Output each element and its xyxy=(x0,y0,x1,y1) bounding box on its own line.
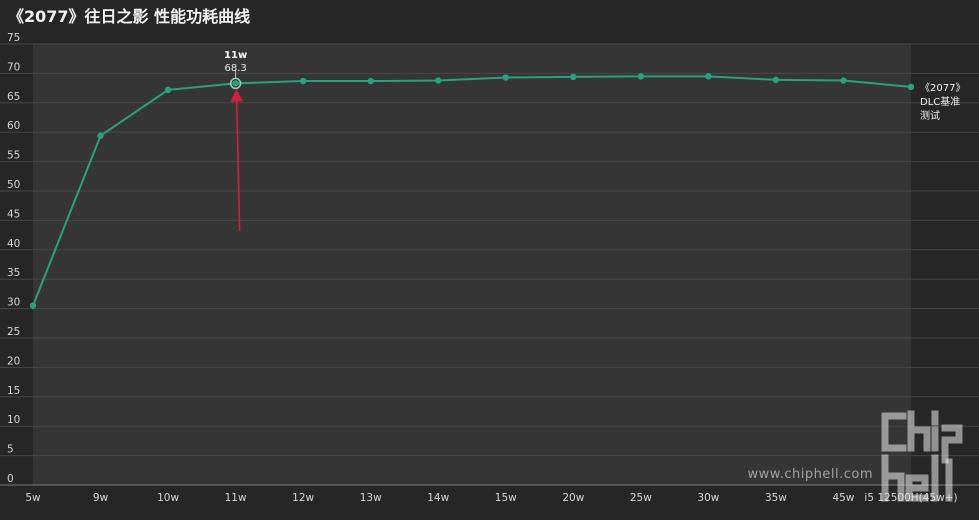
data-point[interactable] xyxy=(164,86,172,94)
y-tick-label: 30 xyxy=(7,297,20,309)
watermark: www.chiphell.com xyxy=(748,408,965,504)
y-tick-label: 55 xyxy=(7,150,20,162)
highlight-value: 68.3 xyxy=(224,63,246,74)
y-tick-label: 20 xyxy=(7,355,20,367)
data-point[interactable] xyxy=(435,77,442,84)
y-tick-label: 15 xyxy=(7,385,20,397)
y-tick-label: 35 xyxy=(7,267,20,279)
data-point[interactable] xyxy=(637,73,645,80)
x-tick-label: 15w xyxy=(495,492,517,504)
y-tick-label: 0 xyxy=(7,473,14,485)
y-tick-label: 75 xyxy=(7,32,20,44)
series-label-group: 《2077》 DLC基准测试 xyxy=(920,82,965,122)
x-tick-label: 11w xyxy=(225,492,247,504)
data-point[interactable] xyxy=(367,77,374,85)
x-tick-label: 14w xyxy=(427,492,449,504)
y-tick-label: 5 xyxy=(7,444,14,456)
y-tick-label: 40 xyxy=(7,238,20,250)
data-point[interactable] xyxy=(29,302,37,309)
y-axis-ticks: 0 5 10 15 20 25 30 35 40 45 50 55 60 65 70 75 xyxy=(7,32,20,485)
data-point[interactable] xyxy=(502,74,509,81)
watermark-url: www.chiphell.com xyxy=(747,467,873,482)
y-tick-label: 10 xyxy=(7,414,20,426)
data-point[interactable] xyxy=(772,76,780,84)
x-tick-label: 5w xyxy=(25,492,41,504)
x-tick-label: 25w xyxy=(630,492,652,504)
data-point[interactable] xyxy=(907,83,915,91)
series-end-label: 《2077》 DLC基准测试 xyxy=(920,82,965,122)
data-point[interactable] xyxy=(570,73,577,81)
data-point[interactable] xyxy=(840,77,847,84)
x-tick-label: 9w xyxy=(93,492,109,504)
y-tick-label: 65 xyxy=(7,91,20,103)
chiphell-logo-icon xyxy=(881,410,963,502)
x-tick-label: 12w xyxy=(292,492,314,504)
y-tick-label: 45 xyxy=(7,208,20,220)
chart-root: 《2077》往日之影 性能功耗曲线 0 5 10 15 20 25 30 35 40 45 50 55… xyxy=(0,0,979,520)
y-tick-label: 70 xyxy=(7,61,20,73)
y-tick-label: 60 xyxy=(7,120,20,132)
x-tick-label: 10w xyxy=(157,492,179,504)
data-point[interactable] xyxy=(705,73,712,80)
x-tick-label: 13w xyxy=(360,492,382,504)
y-tick-label: 25 xyxy=(7,326,20,338)
data-point[interactable] xyxy=(232,80,239,87)
x-tick-label: 30w xyxy=(697,492,719,504)
data-point[interactable] xyxy=(299,77,307,85)
data-point[interactable] xyxy=(97,132,104,139)
highlight-category: 11w xyxy=(224,50,247,61)
y-tick-label: 50 xyxy=(7,179,20,191)
x-tick-label: 20w xyxy=(562,492,584,504)
